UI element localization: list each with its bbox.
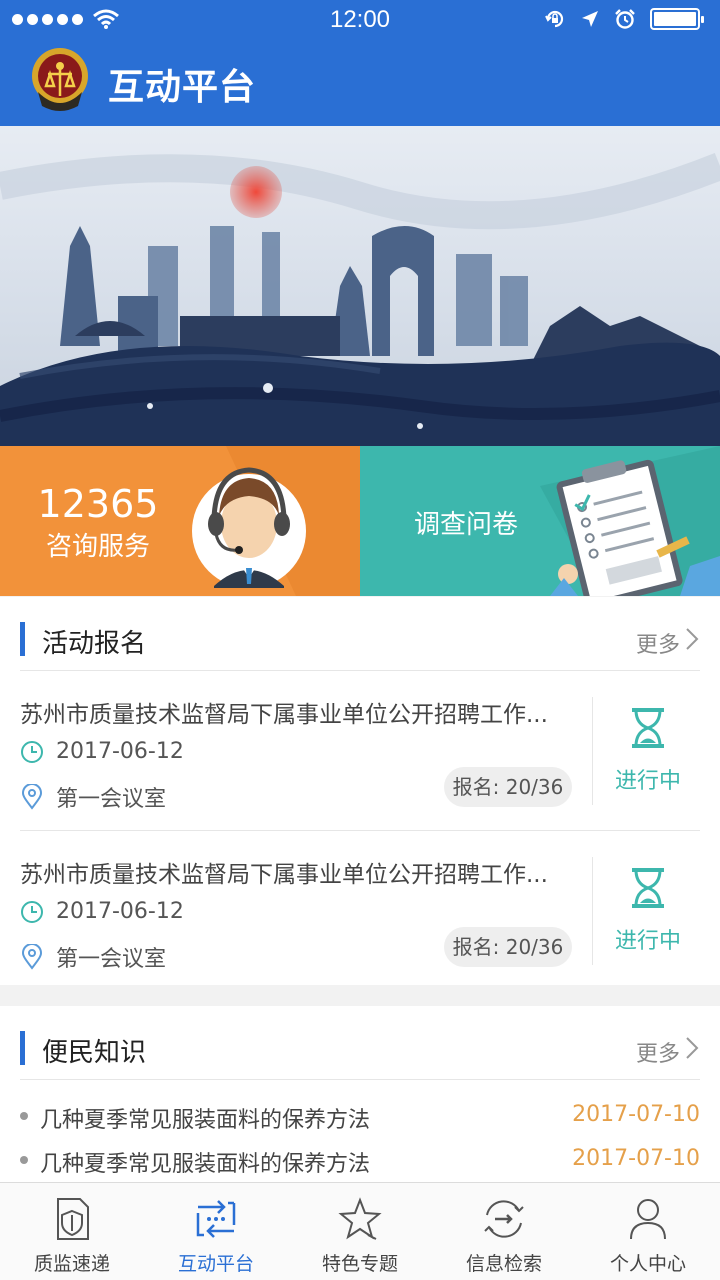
rotation-lock-icon (545, 10, 564, 28)
knowledge-title: 几种夏季常见服装面料的保养方法 (40, 1108, 371, 1133)
divider (592, 857, 593, 965)
activity-status-label: 进行中 (614, 769, 681, 794)
hero-banner[interactable] (0, 126, 720, 446)
clipboard-survey-icon (540, 446, 720, 596)
knowledge-date: 2017-07-10 (572, 1102, 700, 1127)
clock-icon (21, 900, 43, 923)
activity-status-label: 进行中 (614, 929, 681, 954)
chevron-right-icon[interactable] (684, 627, 700, 651)
survey-label: 调查问卷 (414, 510, 519, 540)
knowledge-section: 便民知识 更多 几种夏季常见服装面料的保养方法 2017-07-10 几种夏季常… (0, 1006, 720, 1182)
survey-tile[interactable]: 调查问卷 (360, 446, 720, 596)
activity-title: 苏州市质量技术监督局下属事业单位公开招聘工作... (20, 862, 548, 888)
tab-interaction[interactable]: 互动平台 (144, 1183, 288, 1280)
chevron-right-icon[interactable] (684, 1036, 700, 1060)
city-skyline-illustration (0, 153, 720, 446)
tab-topics[interactable]: 特色专题 (288, 1183, 432, 1280)
consult-service-tile[interactable]: 12365 咨询服务 (0, 446, 360, 596)
consult-service-label: 咨询服务 (45, 532, 150, 562)
status-bar: 12:00 (0, 0, 720, 40)
customer-service-agent-icon (192, 446, 360, 596)
hotline-number: 12365 (37, 482, 159, 526)
alarm-icon (615, 9, 635, 29)
knowledge-title: 几种夏季常见服装面料的保养方法 (40, 1152, 371, 1177)
tab-profile[interactable]: 个人中心 (576, 1183, 720, 1280)
bullet-dot (20, 1156, 28, 1164)
signup-count-badge: 报名: 20/36 (444, 767, 572, 807)
search-cycle-icon (484, 1200, 524, 1238)
location-arrow-icon (582, 11, 598, 27)
activity-status: 进行中 (612, 707, 684, 795)
activity-status: 进行中 (612, 867, 684, 955)
activity-section-title: 活动报名 (42, 629, 147, 659)
bottom-tab-bar: 质监速递 互动平台 特色专题 信息检索 个人中心 (0, 1182, 720, 1280)
section-accent-bar (20, 1031, 25, 1065)
section-accent-bar (20, 622, 25, 656)
knowledge-date: 2017-07-10 (572, 1146, 700, 1171)
tab-label: 质监速递 (33, 1253, 110, 1275)
tab-label: 互动平台 (177, 1253, 254, 1275)
location-pin-icon (21, 944, 43, 970)
activity-section-header: 活动报名 更多 (20, 597, 700, 671)
shield-doc-icon (57, 1198, 89, 1240)
tab-label: 信息检索 (465, 1253, 542, 1275)
battery-icon (650, 8, 704, 30)
knowledge-section-title: 便民知识 (42, 1038, 147, 1068)
tab-news[interactable]: 质监速递 (0, 1183, 144, 1280)
activity-more-link[interactable]: 更多 (636, 627, 680, 659)
clock-icon (21, 740, 43, 763)
location-pin-icon (21, 784, 43, 810)
tab-label: 特色专题 (321, 1253, 398, 1275)
hourglass-icon (632, 868, 664, 908)
divider (592, 697, 593, 805)
activity-signup-section: 活动报名 更多 苏州市质量技术监督局下属事业单位公开招聘工作... 2017-0… (0, 597, 720, 985)
tab-label: 个人中心 (609, 1253, 686, 1275)
activity-date: 2017-06-12 (56, 739, 184, 764)
activity-title: 苏州市质量技术监督局下属事业单位公开招聘工作... (20, 702, 548, 728)
person-icon (630, 1199, 666, 1240)
activity-item[interactable]: 苏州市质量技术监督局下属事业单位公开招聘工作... 2017-06-12 第一会… (20, 671, 700, 831)
signup-count-badge: 报名: 20/36 (444, 927, 572, 967)
activity-place: 第一会议室 (56, 947, 167, 972)
knowledge-section-header: 便民知识 更多 (20, 1006, 700, 1080)
hourglass-icon (632, 708, 664, 748)
app-header: 12:00 互动平台 (0, 0, 720, 126)
knowledge-more-link[interactable]: 更多 (636, 1036, 680, 1068)
interaction-icon (196, 1200, 236, 1238)
activity-date: 2017-06-12 (56, 899, 184, 924)
knowledge-item[interactable]: 几种夏季常见服装面料的保养方法 2017-07-10 (20, 1138, 700, 1182)
bullet-dot (20, 1112, 28, 1120)
activity-item[interactable]: 苏州市质量技术监督局下属事业单位公开招聘工作... 2017-06-12 第一会… (20, 831, 700, 991)
knowledge-item[interactable]: 几种夏季常见服装面料的保养方法 2017-07-10 (20, 1094, 700, 1138)
activity-place: 第一会议室 (56, 787, 167, 812)
star-icon (338, 1197, 382, 1240)
page-title: 互动平台 (108, 67, 257, 108)
emblem-logo (32, 48, 88, 111)
tab-search[interactable]: 信息检索 (432, 1183, 576, 1280)
